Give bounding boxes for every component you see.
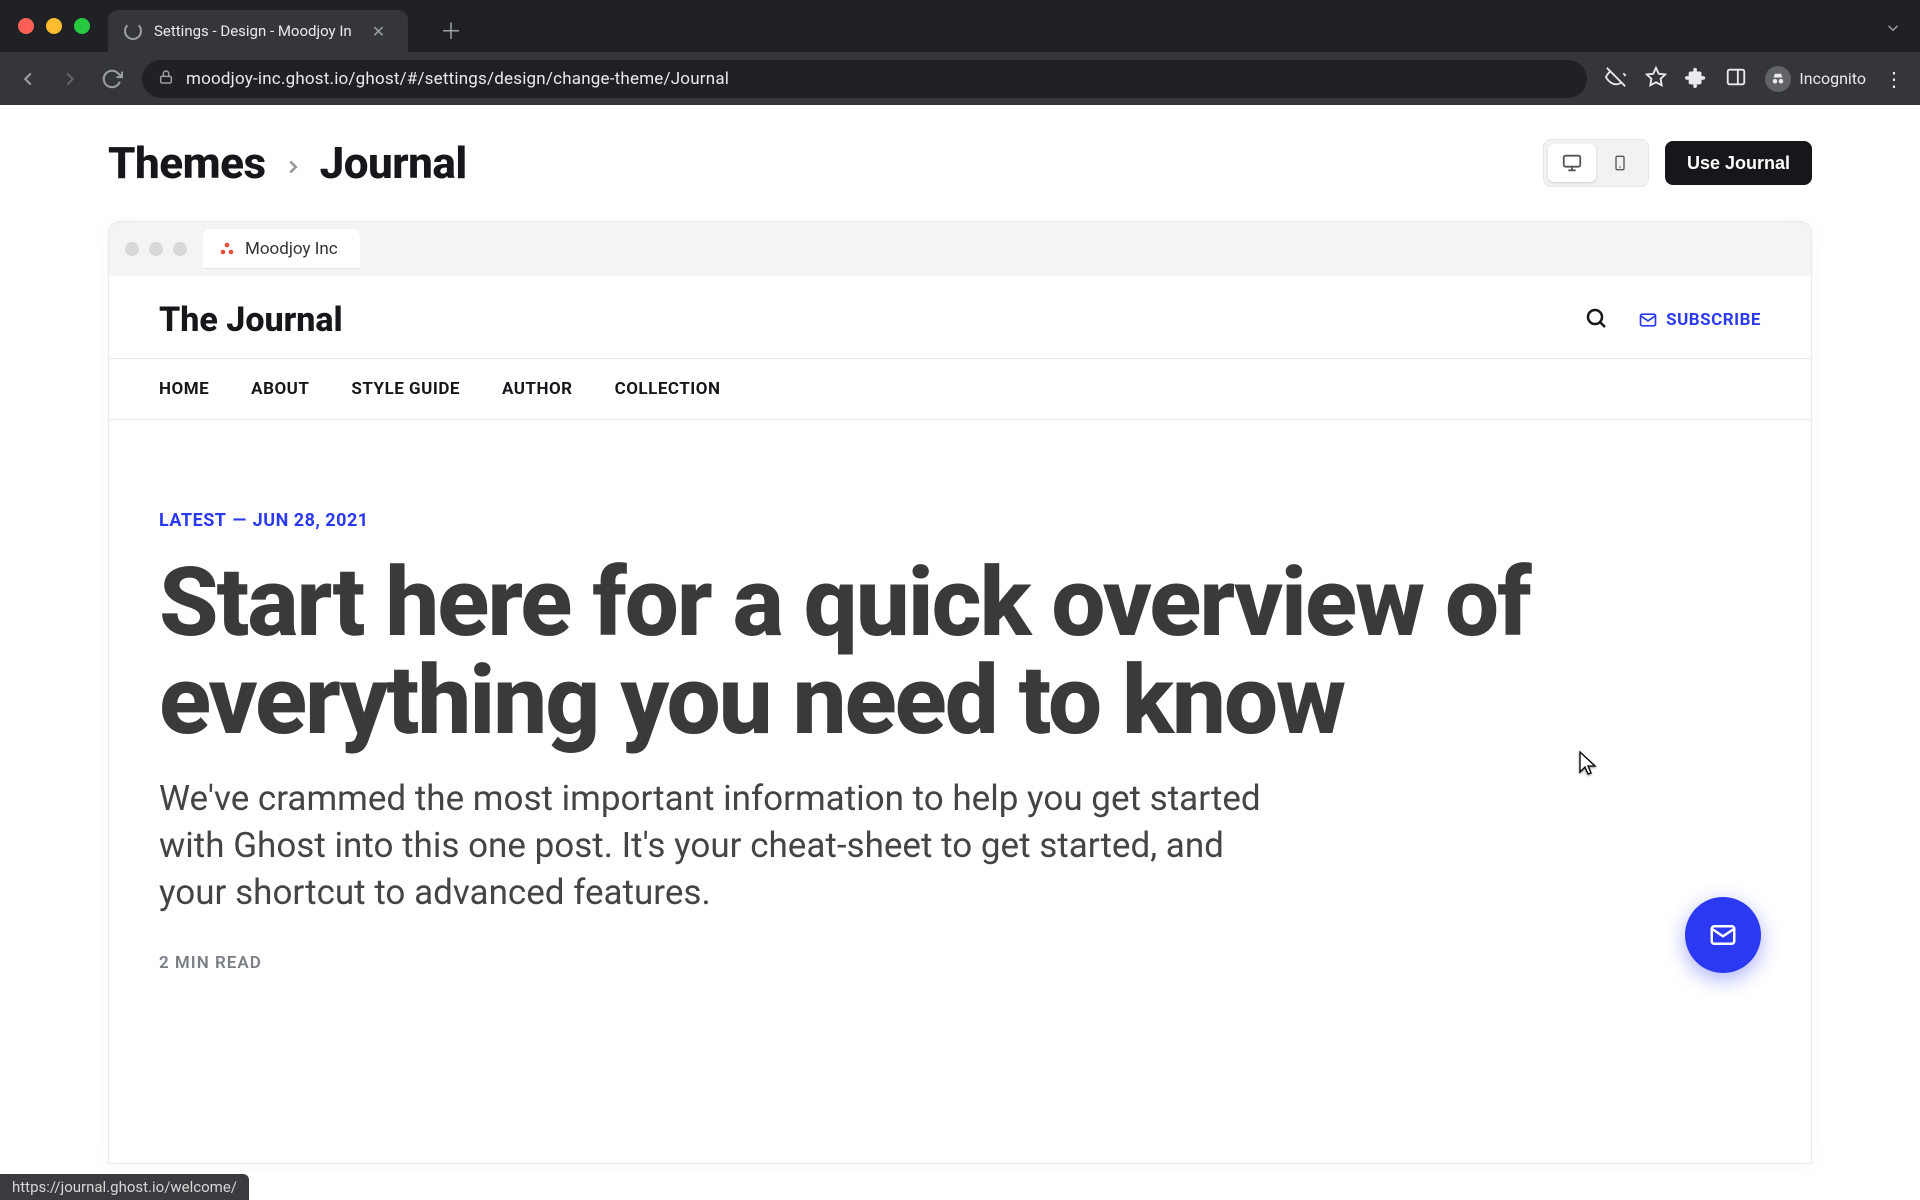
mobile-icon: [1612, 152, 1628, 174]
preview-browser-bar: Moodjoy Inc: [109, 222, 1811, 276]
reload-button[interactable]: [100, 67, 124, 91]
page-header: Themes Journal Use Journal: [108, 137, 1812, 189]
window-minimize-button[interactable]: [46, 18, 62, 34]
desktop-icon: [1561, 152, 1583, 174]
mail-icon: [1708, 920, 1738, 950]
browser-chrome: Settings - Design - Moodjoy In ✕ ＋ moodj…: [0, 0, 1920, 105]
preview-tab: Moodjoy Inc: [203, 229, 360, 269]
theme-preview-window: Moodjoy Inc The Journal SUBSCRIBE HOME: [108, 221, 1812, 1164]
breadcrumb-parent[interactable]: Themes: [108, 137, 266, 189]
subscribe-label: SUBSCRIBE: [1666, 310, 1761, 330]
address-bar[interactable]: moodjoy-inc.ghost.io/ghost/#/settings/de…: [142, 60, 1587, 98]
browser-toolbar: moodjoy-inc.ghost.io/ghost/#/settings/de…: [0, 52, 1920, 105]
site-favicon-icon: [219, 241, 235, 257]
nav-home[interactable]: HOME: [159, 379, 209, 399]
article-headline: Start here for a quick overview of every…: [159, 555, 1761, 751]
use-theme-button[interactable]: Use Journal: [1665, 141, 1812, 185]
titlebar: Settings - Design - Moodjoy In ✕ ＋: [0, 0, 1920, 52]
preview-tab-title: Moodjoy Inc: [245, 239, 338, 259]
incognito-badge[interactable]: Incognito: [1765, 66, 1866, 92]
site-header-actions: SUBSCRIBE: [1584, 306, 1761, 334]
window-close-button[interactable]: [18, 18, 34, 34]
back-button[interactable]: [16, 67, 40, 91]
article-kicker: LATEST—JUN 28, 2021: [159, 510, 1761, 531]
forward-button[interactable]: [58, 67, 82, 91]
incognito-label: Incognito: [1799, 69, 1866, 88]
loading-spinner-icon: [124, 22, 142, 40]
app-content: Themes Journal Use Journal: [0, 105, 1920, 1200]
preview-window-dots: [125, 242, 187, 256]
site-preview: The Journal SUBSCRIBE HOME ABOUT STYLE G…: [109, 276, 1811, 1013]
site-header: The Journal SUBSCRIBE: [109, 276, 1811, 358]
subscribe-link[interactable]: SUBSCRIBE: [1638, 310, 1761, 330]
article-read-time: 2 MIN READ: [159, 953, 1761, 973]
chevron-right-icon: [282, 137, 304, 189]
side-panel-icon[interactable]: [1725, 66, 1747, 92]
new-tab-button[interactable]: ＋: [440, 14, 462, 46]
breadcrumb-current: Journal: [320, 137, 467, 189]
breadcrumb: Themes Journal: [108, 137, 467, 189]
nav-author[interactable]: AUTHOR: [502, 379, 573, 399]
nav-about[interactable]: ABOUT: [251, 379, 309, 399]
extensions-icon[interactable]: [1685, 66, 1707, 92]
search-button[interactable]: [1584, 306, 1608, 334]
tab-title: Settings - Design - Moodjoy In: [154, 22, 352, 40]
url-text: moodjoy-inc.ghost.io/ghost/#/settings/de…: [186, 69, 729, 89]
window-maximize-button[interactable]: [74, 18, 90, 34]
nav-collection[interactable]: COLLECTION: [615, 379, 721, 399]
browser-tab[interactable]: Settings - Design - Moodjoy In ✕: [108, 10, 408, 52]
device-toggle: [1543, 139, 1649, 187]
browser-menu-button[interactable]: ⋮: [1884, 67, 1904, 91]
search-icon: [1584, 306, 1608, 330]
bookmark-star-icon[interactable]: [1645, 66, 1667, 92]
subscribe-fab[interactable]: [1685, 897, 1761, 973]
site-title[interactable]: The Journal: [159, 300, 343, 340]
incognito-icon: [1765, 66, 1791, 92]
tabs-dropdown-icon[interactable]: [1884, 19, 1902, 41]
lock-icon: [158, 69, 174, 89]
eye-off-icon[interactable]: [1605, 66, 1627, 92]
link-status-bar: https://journal.ghost.io/welcome/: [0, 1174, 249, 1200]
article-dek: We've crammed the most important informa…: [159, 775, 1279, 917]
nav-style-guide[interactable]: STYLE GUIDE: [351, 379, 460, 399]
kicker-label: LATEST: [159, 510, 226, 531]
featured-article[interactable]: LATEST—JUN 28, 2021 Start here for a qui…: [109, 420, 1811, 1013]
desktop-preview-button[interactable]: [1548, 144, 1596, 182]
mail-icon: [1638, 310, 1658, 330]
site-nav: HOME ABOUT STYLE GUIDE AUTHOR COLLECTION: [109, 358, 1811, 420]
window-controls: [18, 18, 90, 34]
mobile-preview-button[interactable]: [1596, 144, 1644, 182]
header-actions: Use Journal: [1543, 139, 1812, 187]
kicker-date: JUN 28, 2021: [253, 510, 369, 531]
tab-close-icon[interactable]: ✕: [372, 22, 385, 41]
